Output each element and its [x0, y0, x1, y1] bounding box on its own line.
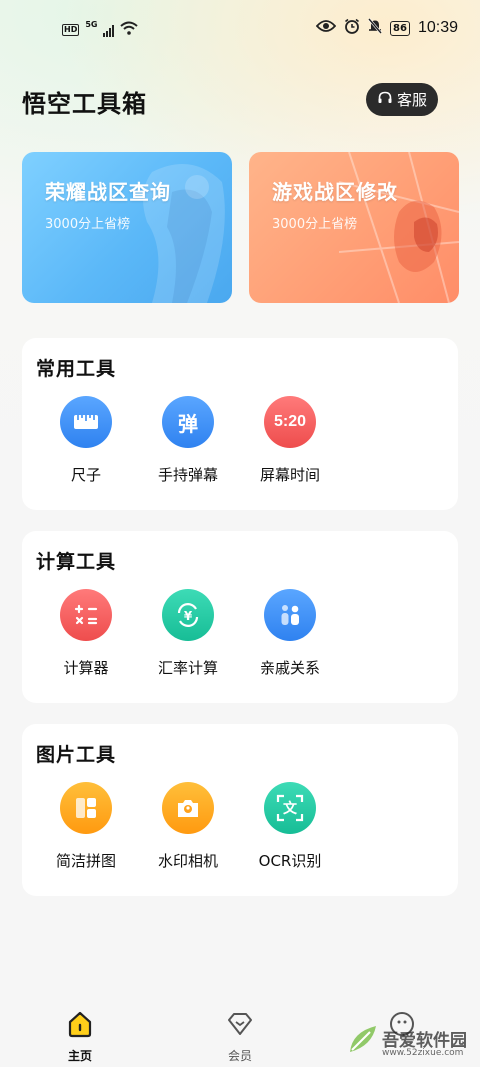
nav-item-membership[interactable]: 会员: [200, 1010, 280, 1064]
mute-bell-icon: [368, 18, 383, 38]
screen-time-icon: 5:20: [264, 396, 316, 448]
banner-title: 游戏战区修改: [272, 180, 398, 204]
status-right: 86 10:39: [315, 18, 458, 38]
hd-badge: HD: [62, 23, 80, 36]
customer-service-button[interactable]: 客服: [366, 83, 438, 116]
ocr-icon: 文: [264, 782, 316, 834]
tool-bullet-comment[interactable]: 弹 手持弹幕: [138, 396, 238, 485]
ruler-icon: [60, 396, 112, 448]
tool-label: 简洁拼图: [55, 852, 116, 870]
watermark-url: www.52zixue.com: [382, 1048, 464, 1058]
clock: 10:39: [417, 19, 458, 36]
tool-calculator[interactable]: 计算器: [36, 589, 136, 678]
tool-collage[interactable]: 简洁拼图: [36, 782, 136, 871]
site-watermark: 吾爱软件园 www.52zixue.com: [346, 1012, 476, 1062]
battle-zone-query-banner[interactable]: 荣耀战区查询 3000分上省榜: [22, 152, 232, 303]
watermark-logo: [350, 1026, 376, 1052]
tool-ruler[interactable]: 尺子: [36, 396, 136, 485]
eye-icon: [315, 19, 337, 37]
tool-ocr[interactable]: 文 OCR识别: [240, 782, 340, 871]
app-title: 悟空工具箱: [22, 90, 147, 118]
customer-service-label: 客服: [396, 91, 427, 109]
app-header: 悟空工具箱 客服: [22, 82, 458, 118]
tool-label: 屏幕时间: [259, 466, 320, 484]
banner-subtitle: 3000分上省榜: [45, 217, 131, 232]
section-title: 计算工具: [36, 551, 117, 573]
relatives-icon: [264, 589, 316, 641]
tool-relatives[interactable]: 亲戚关系: [240, 589, 340, 678]
status-bar: HD 5G 86 10:39: [0, 0, 480, 56]
tool-screen-time[interactable]: 5:20 屏幕时间: [240, 396, 340, 485]
battery-icon: 86: [390, 20, 410, 36]
diamond-icon: [228, 1013, 252, 1035]
tool-watermark-camera[interactable]: 水印相机: [138, 782, 238, 871]
collage-icon: [60, 782, 112, 834]
wifi-icon: [120, 20, 139, 39]
alarm-icon: [344, 18, 360, 38]
nav-item-home[interactable]: 主页: [40, 1010, 120, 1064]
tool-label: 尺子: [70, 466, 101, 484]
home-icon: [68, 1011, 92, 1038]
section-title: 常用工具: [36, 358, 117, 380]
calculation-tools-card: 计算工具 计算器 ¥ 汇率计算 亲戚关系: [22, 531, 458, 703]
nav-label: 主页: [67, 1049, 92, 1063]
headset-icon: [377, 90, 393, 110]
exchange-rate-icon: ¥: [162, 589, 214, 641]
bullet-comment-icon: 弹: [162, 396, 214, 448]
tool-exchange-rate[interactable]: ¥ 汇率计算: [138, 589, 238, 678]
watermark-camera-icon: [162, 782, 214, 834]
signal-icon: [103, 23, 115, 37]
tool-label: 亲戚关系: [259, 659, 320, 677]
calculator-icon: [60, 589, 112, 641]
nav-label: 会员: [227, 1049, 252, 1063]
banner-subtitle: 3000分上省榜: [272, 217, 358, 232]
tool-label: OCR识别: [258, 852, 322, 870]
battle-zone-modify-banner[interactable]: 游戏战区修改 3000分上省榜: [249, 152, 459, 303]
section-title: 图片工具: [36, 744, 117, 766]
common-tools-card: 常用工具 尺子 弹 手持弹幕 5:20 屏幕时间: [22, 338, 458, 510]
image-tools-card: 图片工具 简洁拼图 水印相机 文 OCR识别: [22, 724, 458, 896]
tool-label: 汇率计算: [157, 659, 218, 677]
svg-text:¥: ¥: [184, 609, 193, 623]
ocr-glyph: 文: [283, 801, 297, 817]
network-type: 5G: [85, 20, 98, 29]
banner-title: 荣耀战区查询: [45, 180, 171, 204]
tool-label: 水印相机: [157, 852, 218, 870]
status-left: HD 5G: [62, 20, 139, 39]
tool-label: 计算器: [63, 659, 109, 677]
tool-label: 手持弹幕: [157, 466, 218, 484]
